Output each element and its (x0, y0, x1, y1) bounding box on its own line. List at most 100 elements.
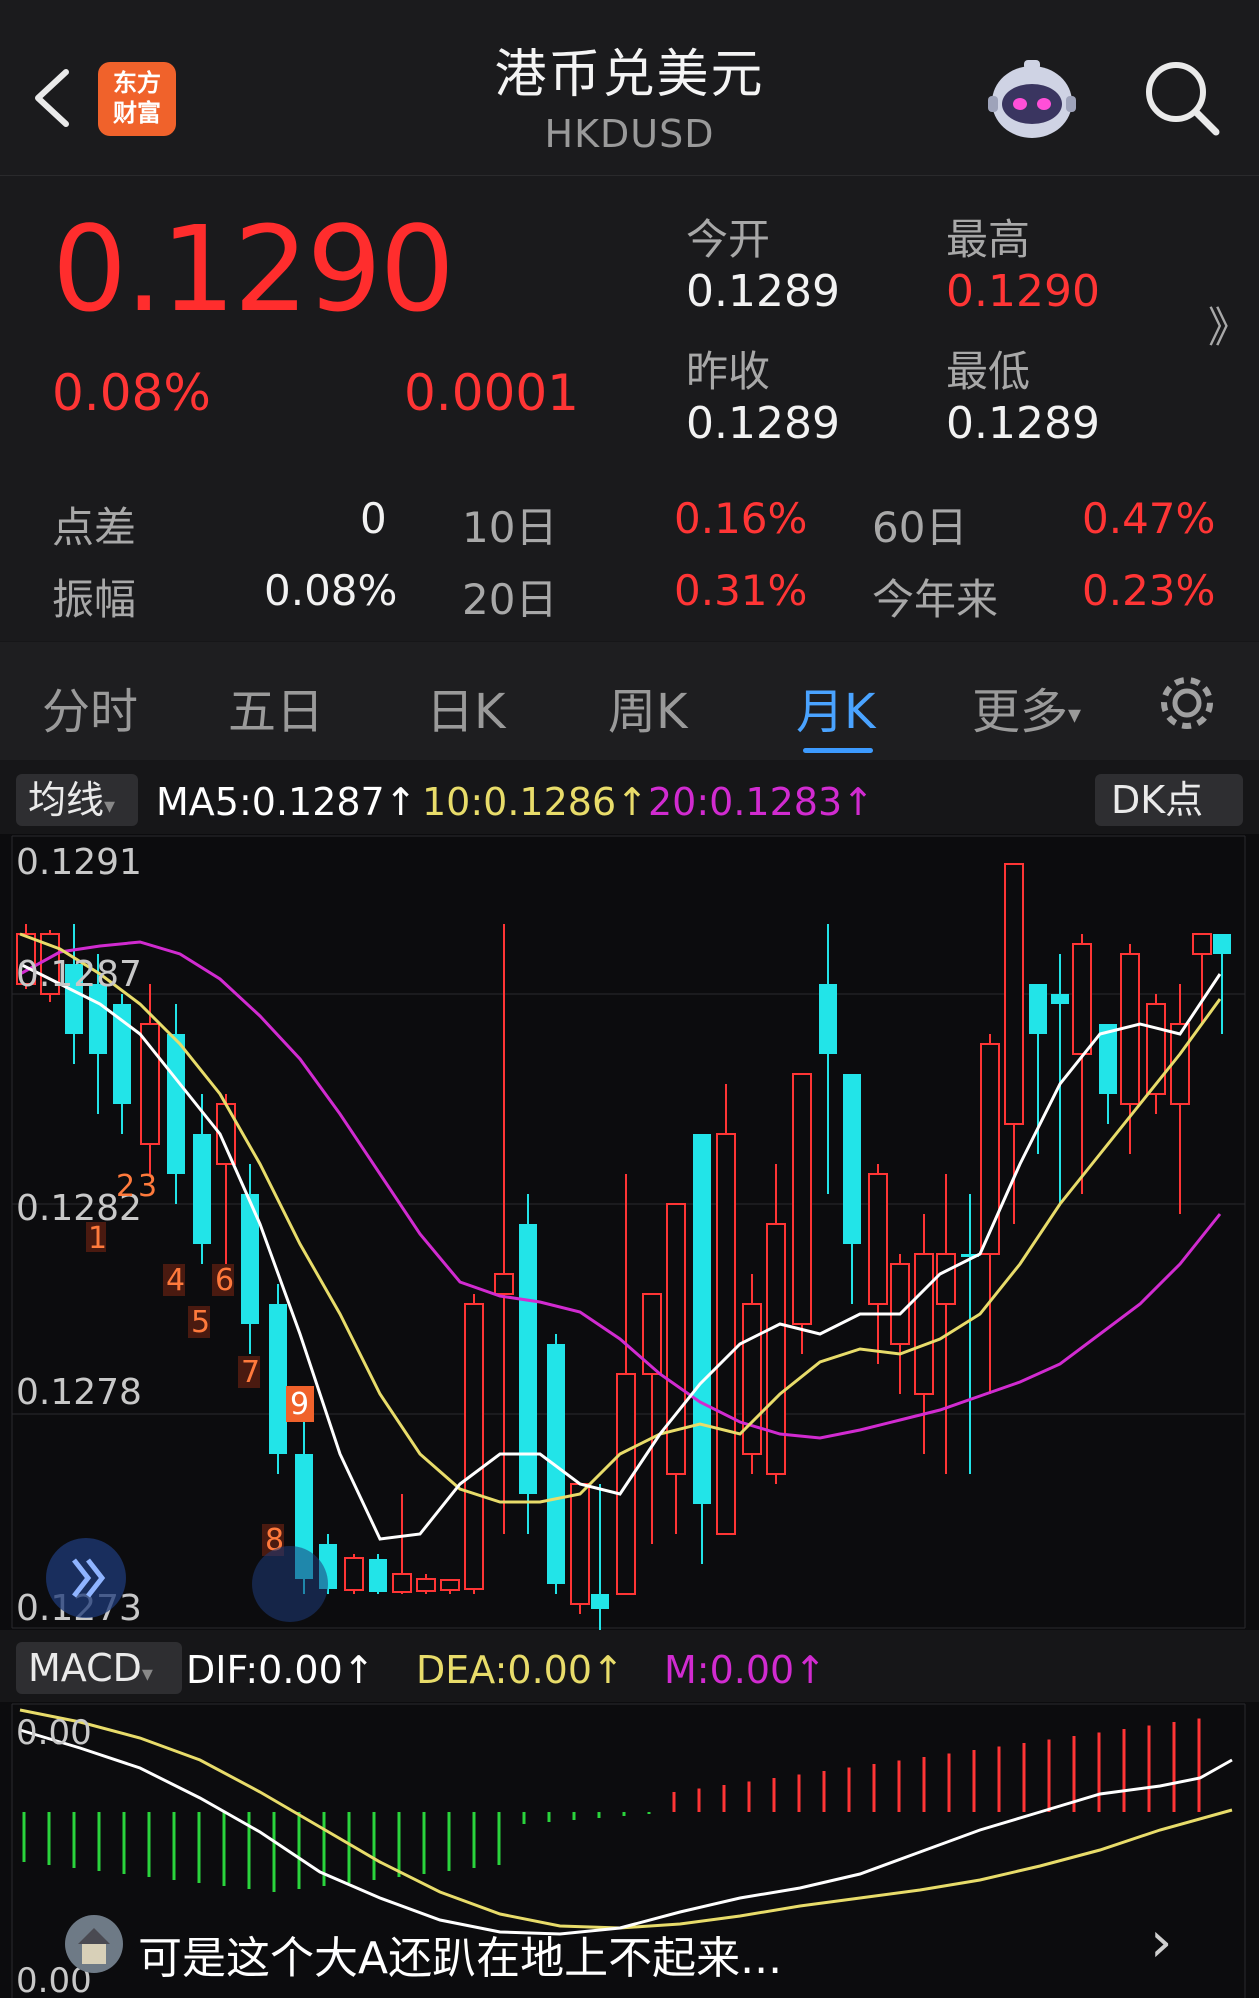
candle-body (1213, 934, 1231, 954)
candle-body (344, 1557, 364, 1591)
high-value: 0.1290 (946, 266, 1100, 317)
td-label: 7 (241, 1355, 260, 1390)
open-value: 0.1289 (686, 266, 840, 317)
ma-indicator-bar: 均线▾ MA5:0.1287↑ 10:0.1286↑ 20:0.1283↑ DK… (0, 762, 1259, 834)
candle-body (494, 1273, 514, 1295)
float-circle[interactable] (252, 1546, 328, 1622)
low-value: 0.1289 (946, 398, 1100, 449)
top-bar: 东方 财富 港币兑美元 HKDUSD (0, 0, 1259, 176)
candle-body (766, 1223, 786, 1475)
expand-icon[interactable]: 》 (1208, 294, 1250, 355)
change-percent: 0.08% (52, 364, 211, 422)
td-label: 9 (290, 1387, 309, 1422)
comment-text: 可是这个大A还趴在地上不起来... (138, 1933, 783, 1984)
candle-body (193, 1134, 211, 1244)
td-label: 5 (191, 1305, 210, 1340)
high-label: 最高 (946, 215, 1031, 264)
candle-body (570, 1483, 590, 1605)
chevron-down-icon: ▾ (104, 794, 116, 819)
price-axis-label: 0.1278 (16, 1372, 142, 1413)
chevron-down-icon: ▾ (141, 1662, 153, 1687)
tab-five-day[interactable]: 五日 (228, 672, 324, 742)
candle-body (890, 1263, 910, 1345)
d10-label: 10日 (462, 503, 558, 552)
td-label: 2 (116, 1169, 135, 1204)
candle-body (547, 1344, 565, 1584)
chevron-right-icon[interactable]: › (1150, 1910, 1172, 1975)
td-label: 6 (215, 1263, 234, 1298)
price-axis-label: 0.1291 (16, 842, 142, 883)
d60-value: 0.47% (1082, 494, 1216, 543)
candle-body (716, 1133, 736, 1535)
candle-body (269, 1304, 287, 1454)
candle-body (936, 1253, 956, 1305)
change-amount: 0.0001 (404, 364, 579, 422)
kline-chart[interactable]: 0.1291 0.1287 0.1282 0.1278 0.1273 1 2 3… (0, 834, 1259, 1630)
m-readout: M:0.00↑ (664, 1648, 827, 1692)
candle-body (819, 984, 837, 1054)
candle-body (980, 1043, 1000, 1255)
candle-body (591, 1594, 609, 1609)
macd-indicator-bar: MACD▾ DIF:0.00↑ DEA:0.00↑ M:0.00↑ (0, 1630, 1259, 1702)
candle-body (914, 1253, 934, 1395)
dea-readout: DEA:0.00↑ (416, 1648, 624, 1692)
candle-body (1051, 994, 1069, 1004)
gear-icon[interactable] (1156, 672, 1218, 734)
prev-close-label: 昨收 (686, 347, 771, 396)
td-label: 1 (88, 1221, 107, 1256)
macd-select[interactable]: MACD▾ (16, 1642, 182, 1694)
candle-body (1029, 984, 1047, 1034)
candle-body (140, 1023, 160, 1145)
candle-body (742, 1303, 762, 1455)
chevron-down-icon: ▾ (1068, 700, 1082, 730)
candle-body (416, 1578, 436, 1592)
ma-select[interactable]: 均线▾ (16, 774, 138, 826)
robot-assistant-icon[interactable] (984, 52, 1080, 148)
ytd-label: 今年来 (872, 575, 999, 624)
candle-body (1146, 1003, 1166, 1095)
d20-value: 0.31% (674, 566, 808, 615)
amplitude-label: 振幅 (52, 575, 137, 624)
tab-weekly-k[interactable]: 周K (608, 672, 687, 742)
candle-body (1004, 863, 1024, 1125)
td-label: 4 (166, 1263, 185, 1298)
tab-daily-k[interactable]: 日K (426, 672, 505, 742)
ma10-readout: 10:0.1286↑ (422, 780, 648, 824)
d20-label: 20日 (462, 575, 558, 624)
tab-more[interactable]: 更多▾ (972, 672, 1081, 742)
candle-body (392, 1573, 412, 1593)
period-tabs: 分时 五日 日K 周K 月K 更多▾ (0, 642, 1259, 760)
comment-ticker[interactable]: 可是这个大A还趴在地上不起来... › (0, 1900, 1259, 1998)
spread-value: 0 (360, 494, 387, 543)
ma5-readout: MA5:0.1287↑ (156, 780, 417, 824)
expand-float-button[interactable] (46, 1538, 126, 1618)
candle-body (843, 1074, 861, 1244)
candle-body (792, 1073, 812, 1325)
ytd-value: 0.23% (1082, 566, 1216, 615)
candle-body (464, 1303, 484, 1590)
last-price: 0.1290 (52, 200, 455, 338)
tab-monthly-k[interactable]: 月K (796, 672, 875, 742)
avatar (65, 1915, 123, 1973)
candle-body (868, 1173, 888, 1305)
candle-body (1192, 933, 1212, 955)
candle-body (666, 1203, 686, 1475)
dk-point-button[interactable]: DK点 (1095, 774, 1243, 826)
candle-body (440, 1579, 460, 1591)
candle-body (369, 1559, 387, 1592)
candle-body (693, 1134, 711, 1504)
price-axis-label: 0.1287 (16, 954, 142, 995)
tab-intraday[interactable]: 分时 (42, 672, 138, 742)
td-label: 3 (138, 1169, 157, 1204)
candle-body (1072, 943, 1092, 1055)
low-label: 最低 (946, 347, 1031, 396)
spread-label: 点差 (52, 503, 137, 552)
d60-label: 60日 (872, 503, 968, 552)
macd-axis-label: 0.00 (16, 1713, 92, 1753)
amplitude-value: 0.08% (264, 566, 398, 615)
candle-body (167, 1034, 185, 1174)
open-label: 今开 (686, 215, 771, 264)
prev-close-value: 0.1289 (686, 398, 840, 449)
d10-value: 0.16% (674, 494, 808, 543)
search-icon[interactable] (1142, 58, 1224, 140)
